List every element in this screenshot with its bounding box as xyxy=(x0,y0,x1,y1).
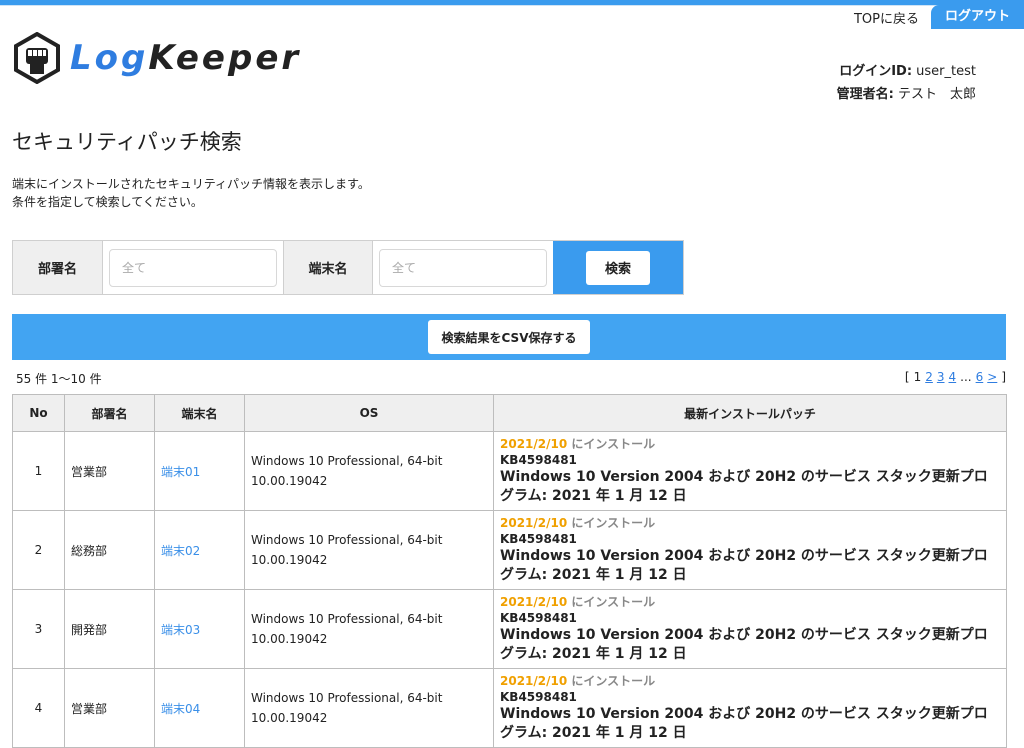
terminal-link[interactable]: 端末02 xyxy=(161,544,200,558)
fist-hexagon-icon xyxy=(14,32,60,84)
result-count: 55 件 1〜10 件 xyxy=(16,372,102,386)
table-header: No 部署名 端末名 OS 最新インストールパッチ xyxy=(12,394,1007,432)
user-info: ログインID: user_test 管理者名: テスト 太郎 xyxy=(837,60,976,106)
page-link-3[interactable]: 3 xyxy=(937,370,945,384)
logo[interactable]: LogKeeper xyxy=(12,32,301,84)
results-table: No 部署名 端末名 OS 最新インストールパッチ 1 営業部 端末01 Win… xyxy=(12,394,1007,748)
row-patch: 2021/2/10 にインストール KB4598481 Windows 10 V… xyxy=(493,431,1007,511)
dept-input[interactable] xyxy=(109,248,277,287)
page-title: セキュリティパッチ検索 xyxy=(12,130,242,154)
row-no: 1 xyxy=(12,431,65,511)
col-no: No xyxy=(12,394,65,432)
row-os: Windows 10 Professional, 64-bit 10.00.190… xyxy=(244,589,494,669)
terminal-input[interactable] xyxy=(379,248,547,287)
table-row: 3 開発部 端末03 Windows 10 Professional, 64-b… xyxy=(12,589,1007,669)
page-description: 端末にインストールされたセキュリティパッチ情報を表示します。 条件を指定して検索… xyxy=(12,177,370,209)
logout-button[interactable]: ログアウト xyxy=(930,5,1024,29)
row-dept: 開発部 xyxy=(64,589,155,669)
terminal-link[interactable]: 端末03 xyxy=(161,623,200,637)
page-link-4[interactable]: 4 xyxy=(949,370,957,384)
table-row: 4 営業部 端末04 Windows 10 Professional, 64-b… xyxy=(12,668,1007,748)
row-patch: 2021/2/10 にインストール KB4598481 Windows 10 V… xyxy=(493,510,1007,590)
col-dept: 部署名 xyxy=(64,394,155,432)
terminal-link[interactable]: 端末04 xyxy=(161,702,200,716)
col-patch: 最新インストールパッチ xyxy=(493,394,1007,432)
page-next[interactable]: > xyxy=(987,370,997,384)
row-no: 3 xyxy=(12,589,65,669)
page-link-2[interactable]: 2 xyxy=(925,370,933,384)
row-dept: 総務部 xyxy=(64,510,155,590)
page-current: 1 xyxy=(913,370,922,384)
pagination: [ 1 2 3 4 ... 6 > ] xyxy=(904,370,1006,384)
table-row: 2 総務部 端末02 Windows 10 Professional, 64-b… xyxy=(12,510,1007,590)
top-link[interactable]: TOPに戻る xyxy=(842,8,931,27)
row-no: 2 xyxy=(12,510,65,590)
terminal-link[interactable]: 端末01 xyxy=(161,465,200,479)
row-os: Windows 10 Professional, 64-bit 10.00.190… xyxy=(244,510,494,590)
row-patch: 2021/2/10 にインストール KB4598481 Windows 10 V… xyxy=(493,668,1007,748)
col-os: OS xyxy=(244,394,494,432)
search-form: 部署名 端末名 検索 xyxy=(12,240,684,295)
row-dept: 営業部 xyxy=(64,668,155,748)
col-terminal: 端末名 xyxy=(154,394,245,432)
page-link-last[interactable]: 6 xyxy=(976,370,984,384)
table-row: 1 営業部 端末01 Windows 10 Professional, 64-b… xyxy=(12,431,1007,511)
dept-label: 部署名 xyxy=(13,241,103,294)
csv-save-button[interactable]: 検索結果をCSV保存する xyxy=(427,320,591,354)
csv-bar: 検索結果をCSV保存する xyxy=(12,314,1006,360)
search-button[interactable]: 検索 xyxy=(586,250,650,285)
row-os: Windows 10 Professional, 64-bit 10.00.190… xyxy=(244,668,494,748)
row-patch: 2021/2/10 にインストール KB4598481 Windows 10 V… xyxy=(493,589,1007,669)
row-no: 4 xyxy=(12,668,65,748)
row-os: Windows 10 Professional, 64-bit 10.00.190… xyxy=(244,431,494,511)
login-id: ログインID: user_test xyxy=(839,64,976,79)
terminal-label: 端末名 xyxy=(283,241,373,294)
admin-name: 管理者名: テスト 太郎 xyxy=(836,87,976,102)
logo-text: LogKeeper xyxy=(70,38,302,78)
row-dept: 営業部 xyxy=(64,431,155,511)
top-nav: TOPに戻る ログアウト xyxy=(842,5,1024,29)
